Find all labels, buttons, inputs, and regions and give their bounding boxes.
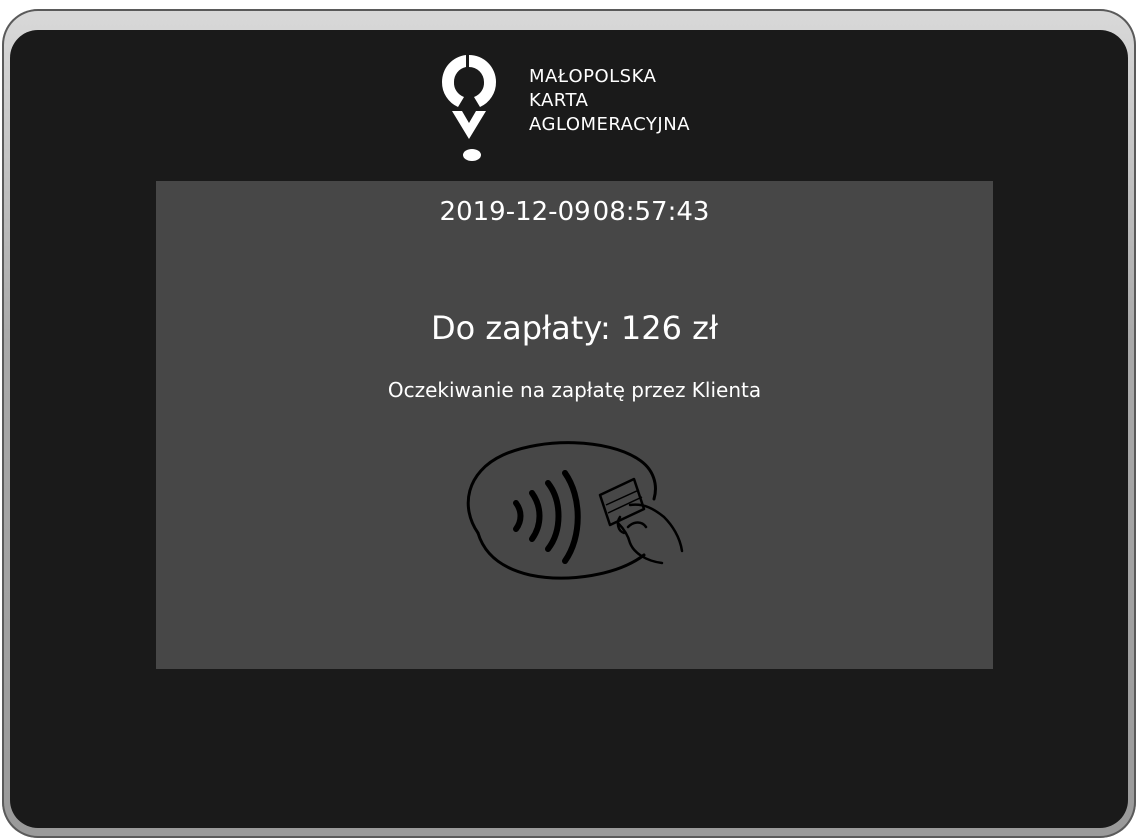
payment-panel: 2019-12-0908:57:43 Do zapłaty: 126 zł Oc… — [156, 181, 993, 669]
brand-line-1: MAŁOPOLSKA — [529, 66, 657, 87]
amount-due: Do zapłaty: 126 zł — [156, 309, 993, 347]
datetime-display: 2019-12-0908:57:43 — [156, 197, 993, 227]
time-text: 08:57:43 — [592, 197, 710, 227]
brand-line-3: AGLOMERACYJNA — [529, 114, 691, 135]
amount-value: 126 zł — [620, 309, 719, 347]
brand-line-2: KARTA — [529, 90, 589, 111]
date-text: 2019-12-09 — [439, 197, 591, 227]
location-pin-logo-icon — [441, 55, 497, 161]
brand-logo: MAŁOPOLSKA KARTA AGLOMERACYJNA — [438, 51, 738, 166]
payment-status: Oczekiwanie na zapłatę przez Klienta — [387, 378, 762, 402]
brand-name: MAŁOPOLSKA KARTA AGLOMERACYJNA — [529, 65, 690, 137]
contactless-payment-icon — [466, 441, 684, 580]
terminal-device: MAŁOPOLSKA KARTA AGLOMERACYJNA 2019-12-0… — [0, 0, 1138, 838]
amount-label: Do zapłaty: — [430, 309, 611, 347]
